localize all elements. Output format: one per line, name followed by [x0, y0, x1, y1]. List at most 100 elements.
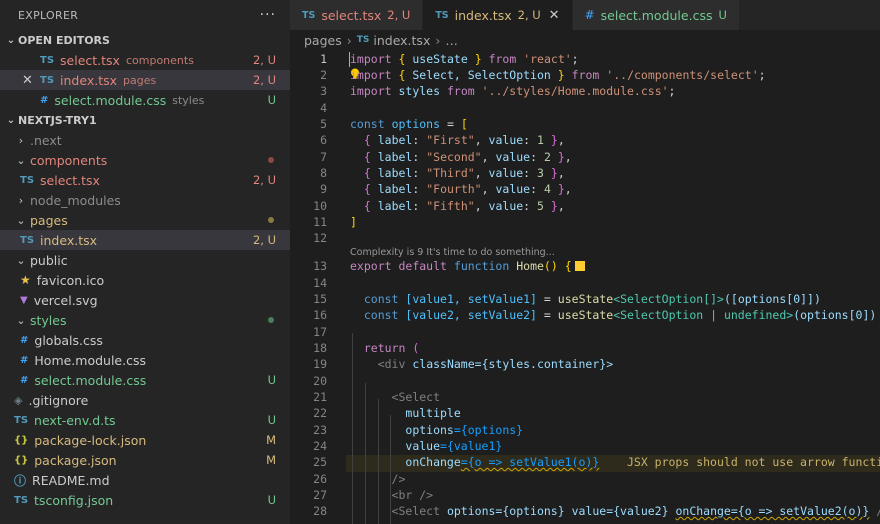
open-editor-item[interactable]: # select.module.css styles U — [0, 90, 290, 110]
info-icon: ⓘ — [14, 473, 27, 488]
tree-file[interactable]: # Home.module.css — [0, 350, 290, 370]
code-line: { label: "First", value: 1 }, — [363, 133, 565, 147]
line-number: 3 — [320, 84, 327, 98]
tree-label: package.json — [34, 452, 117, 468]
breadcrumb-symbol[interactable]: … — [445, 33, 458, 48]
tree-folder[interactable]: ⌄ styles — [0, 310, 290, 330]
code-line: import { Select, SelectOption } from '..… — [350, 68, 766, 82]
tree-label: node_modules — [30, 192, 121, 208]
open-editors-label: OPEN EDITORS — [18, 33, 110, 47]
status-badge: M — [266, 433, 276, 447]
status-badge: U — [267, 373, 276, 387]
tree-folder[interactable]: › node_modules — [0, 190, 290, 210]
tree-label: public — [30, 252, 68, 268]
code-editor[interactable]: 1 2 3 4 5 6 7 8 9 10 11 12 13 14 15 16 1… — [290, 50, 880, 524]
tree-label: select.module.css — [34, 372, 147, 388]
code-line: value={value1} — [405, 439, 503, 453]
project-section[interactable]: ⌄ NEXTJS-TRY1 — [0, 110, 290, 130]
line-number: 12 — [313, 231, 327, 245]
indent-guide — [365, 383, 366, 524]
explorer-title: EXPLORER — [18, 8, 79, 22]
css-hash-icon: # — [20, 354, 29, 366]
tab-index-tsx[interactable]: TS index.tsx 2, U ✕ — [423, 0, 573, 30]
close-icon[interactable]: ✕ — [549, 8, 560, 23]
line-number: 15 — [313, 292, 327, 306]
tree-file[interactable]: # select.module.css U — [0, 370, 290, 390]
tree-label: .next — [30, 132, 62, 148]
code-line: export default function Home() { — [350, 259, 585, 273]
line-number: 1 — [320, 52, 327, 66]
typescript-icon: TS — [40, 54, 55, 66]
open-editor-desc: pages — [123, 73, 157, 87]
line-number: 13 — [313, 259, 327, 273]
chevron-down-icon: ⌄ — [6, 34, 16, 46]
tree-folder[interactable]: ⌄ public — [0, 250, 290, 270]
line-number: 25 — [313, 455, 327, 469]
editor-area: TS select.tsx 2, U TS index.tsx 2, U ✕ #… — [290, 0, 880, 524]
tree-folder[interactable]: ⌄ pages — [0, 210, 290, 230]
status-badge: 2, U — [252, 53, 276, 67]
tree-file[interactable]: TS select.tsx 2, U — [0, 170, 290, 190]
tree-label: vercel.svg — [33, 292, 98, 308]
tree-label: components — [30, 152, 108, 168]
code-line: { label: "Fifth", value: 5 }, — [363, 199, 565, 213]
tree-file[interactable]: ◈ .gitignore — [0, 390, 290, 410]
line-number: 22 — [313, 406, 327, 420]
breadcrumb-file[interactable]: index.tsx — [373, 33, 430, 48]
status-badge: 2, U — [252, 233, 276, 247]
chevron-right-icon: › — [18, 133, 24, 147]
tree-file[interactable]: ▼ vercel.svg — [0, 290, 290, 310]
typescript-icon: TS — [40, 74, 55, 86]
line-number: 26 — [313, 472, 327, 486]
tab-label: select.module.css — [600, 7, 713, 23]
open-editor-name: select.tsx — [60, 52, 120, 68]
open-editor-item[interactable]: ✕ TS index.tsx pages 2, U — [0, 70, 290, 90]
tree-file[interactable]: {} package-lock.json M — [0, 430, 290, 450]
status-badge: 2, U — [252, 73, 276, 87]
code-line: <Select — [391, 390, 441, 404]
tree-folder[interactable]: ⌄ components — [0, 150, 290, 170]
open-editors-section[interactable]: ⌄ OPEN EDITORS — [0, 30, 290, 50]
tab-status: 2, U — [517, 8, 541, 22]
tree-folder[interactable]: › .next — [0, 130, 290, 150]
line-number: 27 — [313, 488, 327, 502]
close-icon[interactable]: ✕ — [22, 73, 33, 88]
line-number: 23 — [313, 423, 327, 437]
code-line: options={options} — [405, 423, 524, 437]
line-number: 7 — [320, 150, 327, 164]
line-number: 2 — [320, 68, 327, 82]
tab-select-tsx[interactable]: TS select.tsx 2, U — [290, 0, 424, 30]
code-line: return ( — [363, 341, 420, 355]
explorer-header: EXPLORER ··· — [0, 0, 290, 30]
tree-file[interactable]: {} package.json M — [0, 450, 290, 470]
chevron-down-icon: ⌄ — [16, 213, 26, 227]
json-icon: {} — [14, 434, 29, 446]
tree-file[interactable]: TS index.tsx 2, U — [0, 230, 290, 250]
chevron-down-icon: ⌄ — [6, 114, 16, 126]
tree-label: globals.css — [34, 332, 103, 348]
open-editor-item[interactable]: TS select.tsx components 2, U — [0, 50, 290, 70]
typescript-icon: TS — [14, 414, 29, 426]
line-number: 14 — [313, 276, 327, 290]
tree-label: pages — [30, 212, 68, 228]
tree-label: index.tsx — [40, 232, 98, 248]
complexity-color-swatch — [574, 261, 585, 271]
typescript-icon: TS — [435, 9, 449, 21]
svg-file-icon: ▼ — [20, 294, 28, 306]
line-number: 17 — [313, 325, 327, 339]
status-badge: U — [267, 493, 276, 507]
code-line: <br /> — [391, 488, 434, 502]
tree-file[interactable]: TS tsconfig.json U — [0, 490, 290, 510]
breadcrumb-folder[interactable]: pages — [304, 33, 342, 48]
tree-file[interactable]: ⓘ README.md — [0, 470, 290, 490]
code-line: <div className={styles.container}> — [377, 357, 614, 371]
complexity-code-lens[interactable]: Complexity is 9 It's time to do somethin… — [350, 247, 555, 258]
line-number: 20 — [313, 374, 327, 388]
tree-file[interactable]: ★ favicon.ico — [0, 270, 290, 290]
tree-file[interactable]: TS next-env.d.ts U — [0, 410, 290, 430]
tab-status: 2, U — [387, 8, 411, 22]
tree-file[interactable]: # globals.css — [0, 330, 290, 350]
breadcrumb-separator: › — [435, 32, 441, 48]
more-actions-button[interactable]: ··· — [260, 7, 276, 23]
tab-select-module-css[interactable]: # select.module.css U — [572, 0, 740, 30]
